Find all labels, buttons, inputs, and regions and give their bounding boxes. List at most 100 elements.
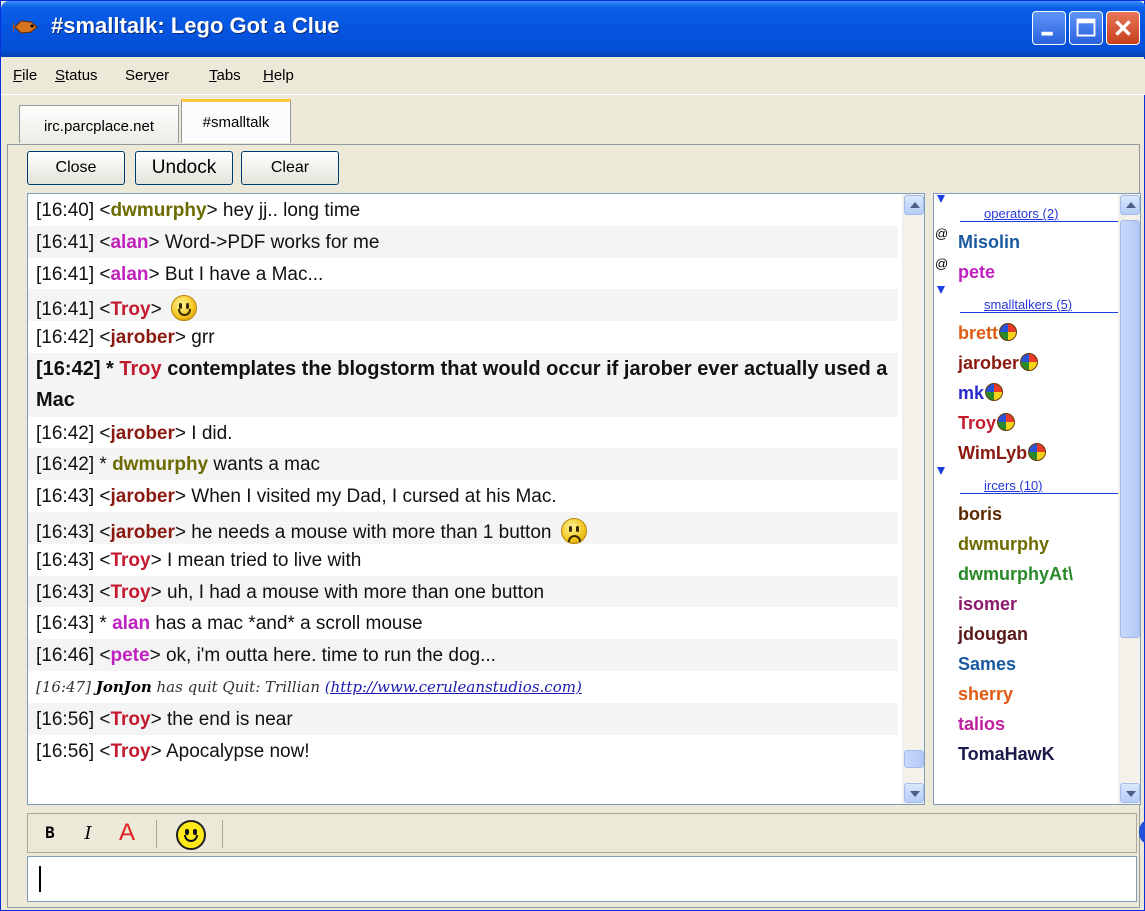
collapse-triangle-icon[interactable] [937, 195, 945, 203]
tab-strip: irc.parcplace.net #smalltalk [1, 97, 1145, 145]
close-channel-button[interactable]: Close [27, 151, 125, 185]
timestamp: [16:42] [36, 327, 95, 349]
chat-lines: [16:40] <dwmurphy> hey jj.. long time [16… [28, 194, 898, 766]
maximize-icon [1076, 18, 1096, 37]
chat-nick[interactable]: alan [110, 232, 148, 253]
chat-nick[interactable]: Troy [110, 550, 150, 571]
main-window: #smalltalk: Lego Got a Clue File Status … [0, 0, 1145, 911]
nick-list-item[interactable]: jarober [934, 346, 1118, 376]
nick-list-item[interactable]: dwmurphy [934, 527, 1118, 557]
nick-list-item[interactable]: brett [934, 316, 1118, 346]
scroll-up-arrow[interactable] [904, 195, 924, 215]
nick-list-item[interactable]: boris [934, 497, 1118, 527]
nick-scroll-down-arrow[interactable] [1120, 783, 1140, 803]
nick-list-item[interactable]: TomaHawK [934, 737, 1118, 767]
op-marker: @ [935, 256, 949, 271]
toolbar-separator [222, 820, 223, 848]
timestamp: [16:40] [36, 200, 95, 221]
scroll-down-arrow[interactable] [904, 783, 924, 803]
nick-name: mk [958, 383, 985, 403]
tab-smalltalk[interactable]: #smalltalk [181, 99, 291, 143]
chat-nick[interactable]: jarober [110, 327, 174, 348]
scroll-thumb[interactable] [904, 750, 924, 768]
nick-list-item[interactable]: isomer [934, 587, 1118, 617]
menu-status[interactable]: Status [55, 67, 98, 84]
user-status-icon [997, 413, 1016, 431]
nick-name: pete [958, 262, 996, 282]
text-color-button[interactable]: A [112, 818, 142, 850]
maximize-button[interactable] [1069, 11, 1103, 45]
menu-server[interactable]: Server [125, 67, 169, 84]
nick-list[interactable]: operators (2) @ Misolin @ pete smalltalkers (… [933, 193, 1141, 805]
nick-list-item[interactable]: @ Misolin [934, 225, 1118, 255]
message-input[interactable] [27, 856, 1137, 902]
minimize-button[interactable] [1032, 11, 1066, 45]
chat-link[interactable]: (http://www.ceruleanstudios.com) [325, 678, 582, 696]
chat-line: [16:43] <jarober> he needs a mouse with … [28, 511, 898, 544]
menu-help[interactable]: Help [263, 67, 294, 84]
user-status-icon [1020, 353, 1039, 371]
chat-nick[interactable]: dwmurphy [110, 200, 206, 221]
nick-list-item[interactable]: talios [934, 707, 1118, 737]
nick-scroll-thumb[interactable] [1120, 220, 1140, 638]
minimize-icon [1041, 31, 1053, 36]
sad-smiley-icon [560, 517, 587, 544]
menu-tabs[interactable]: Tabs [209, 67, 241, 84]
format-toolbar: B I A [27, 813, 1137, 853]
menu-bar: File Status Server Tabs Help [1, 59, 1145, 95]
chat-nick[interactable]: Troy [110, 709, 150, 730]
nick-list-item[interactable]: Troy [934, 406, 1118, 436]
chat-nick[interactable]: jarober [110, 486, 174, 507]
nick-name: isomer [958, 594, 1018, 614]
bold-button[interactable]: B [38, 818, 62, 850]
chat-nick[interactable]: jarober [110, 522, 174, 543]
chat-nick[interactable]: Troy [110, 299, 150, 320]
nick-list-item[interactable]: mk [934, 376, 1118, 406]
group-label: smalltalkers (5) [984, 297, 1073, 312]
timestamp: [16:43] [36, 613, 95, 635]
nick-list-item[interactable]: dwmurphyAt\ [934, 557, 1118, 587]
chat-scrollbar[interactable] [902, 194, 924, 804]
nick-list-item[interactable]: @ pete [934, 255, 1118, 285]
tab-server[interactable]: irc.parcplace.net [19, 105, 179, 143]
emoticon-icon[interactable] [176, 820, 206, 850]
timestamp: [16:42] [36, 422, 95, 444]
nick-list-scrollbar[interactable] [1118, 194, 1140, 804]
collapse-triangle-icon[interactable] [937, 467, 945, 475]
nick-name: dwmurphy [958, 534, 1050, 554]
clear-button[interactable]: Clear [241, 151, 339, 185]
chat-nick[interactable]: dwmurphy [112, 454, 208, 475]
chat-nick[interactable]: Troy [110, 582, 150, 603]
timestamp: [16:41] [36, 299, 95, 321]
close-icon [1115, 20, 1131, 36]
nick-list-item[interactable]: jdougan [934, 617, 1118, 647]
close-window-button[interactable] [1106, 11, 1140, 45]
collapse-triangle-icon[interactable] [937, 286, 945, 294]
nick-list-item[interactable]: Sames [934, 647, 1118, 677]
chat-text: Apocalypse now! [161, 740, 310, 762]
chat-log[interactable]: [16:40] <dwmurphy> hey jj.. long time [16… [27, 193, 925, 805]
chat-text: he needs a mouse with more than 1 button [186, 521, 552, 543]
group-label: operators (2) [984, 206, 1059, 221]
undock-button[interactable]: Undock [135, 151, 233, 185]
chat-nick[interactable]: Troy [119, 358, 161, 380]
chat-line: [16:56] <Troy> Apocalypse now! [36, 740, 310, 762]
italic-button[interactable]: I [76, 818, 100, 850]
chat-nick[interactable]: pete [110, 645, 149, 666]
nick-name: dwmurphyAt\ [958, 564, 1073, 584]
nick-scroll-up-arrow[interactable] [1120, 195, 1140, 215]
chat-nick[interactable]: jarober [110, 423, 174, 444]
nick-list-item[interactable]: sherry [934, 677, 1118, 707]
chat-nick[interactable]: Troy [110, 741, 150, 762]
nick-list-item[interactable]: WimLyb [934, 436, 1118, 466]
chat-nick[interactable]: JonJon [96, 678, 152, 696]
chat-nick[interactable]: alan [110, 264, 148, 285]
nick-group-header[interactable]: ircers (10) [934, 466, 1118, 497]
chat-nick[interactable]: alan [112, 613, 150, 634]
nick-name: TomaHawK [958, 744, 1055, 764]
nick-group-header[interactable]: smalltalkers (5) [934, 285, 1118, 316]
chat-line: [16:43] * alan has a mac *and* a scroll … [36, 613, 423, 635]
nick-group-header[interactable]: operators (2) [934, 194, 1118, 225]
title-bar[interactable]: #smalltalk: Lego Got a Clue [1, 1, 1145, 57]
menu-file[interactable]: File [13, 67, 37, 84]
